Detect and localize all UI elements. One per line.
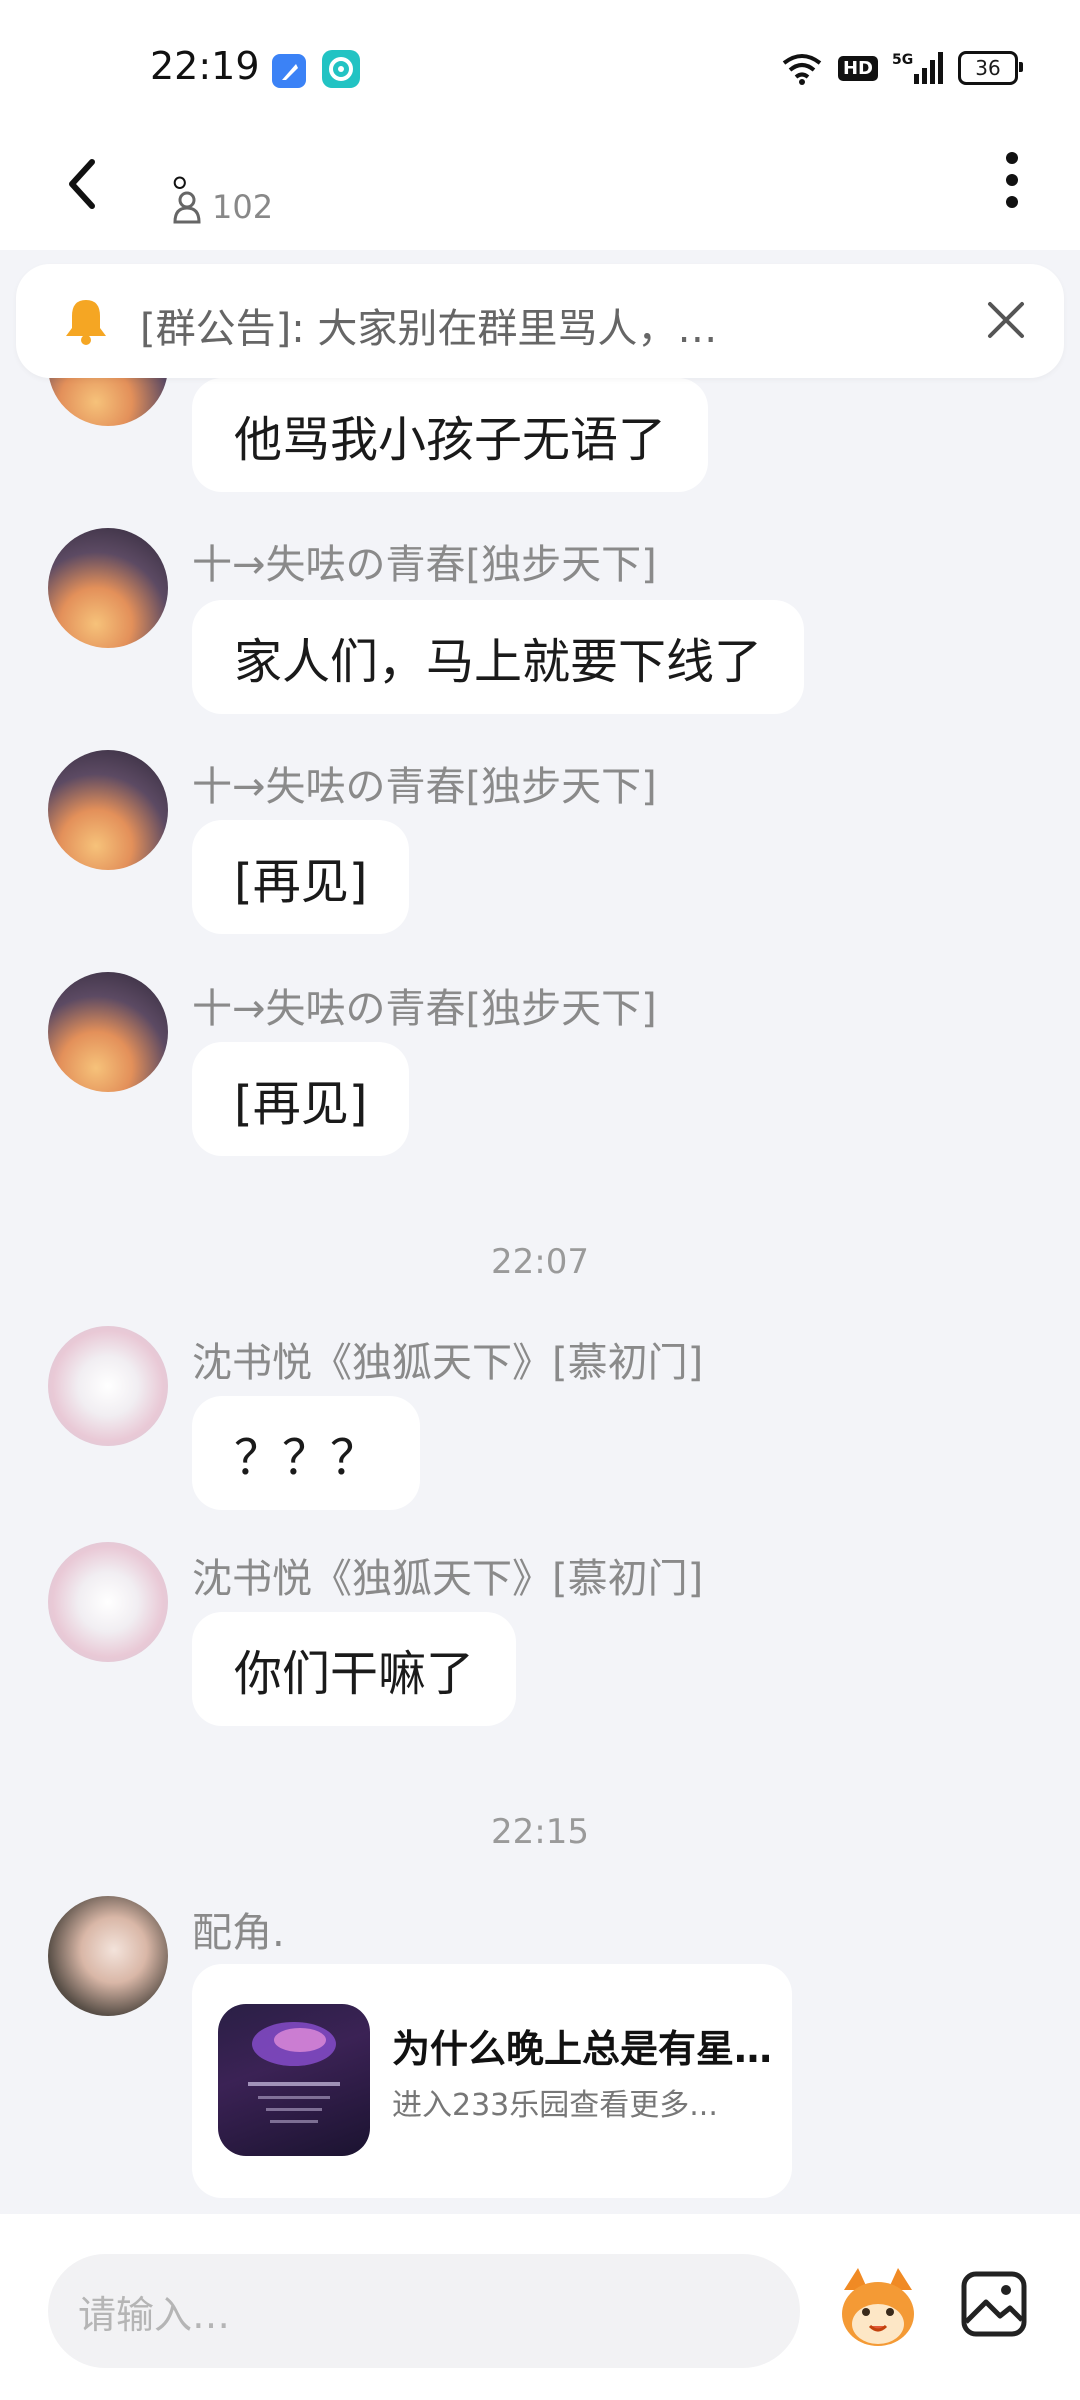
member-count-label: 102 [212, 188, 274, 226]
avatar[interactable] [48, 750, 168, 870]
bell-icon [66, 300, 106, 345]
avatar[interactable] [48, 1542, 168, 1662]
feather-app-icon [272, 54, 306, 88]
card-subtitle: 进入233乐园查看更多... [392, 2088, 718, 2123]
status-time: 22:19 [150, 44, 260, 88]
sender-name: 十→失呿の青春[独步天下] [192, 986, 657, 1032]
fox-emoji-icon [842, 2268, 914, 2346]
emoji-button[interactable] [830, 2260, 926, 2356]
close-announcement-button[interactable] [976, 290, 1036, 350]
message-bubble[interactable]: 家人们，马上就要下线了 [192, 600, 805, 714]
battery-icon: 36 [958, 51, 1023, 85]
message-bubble[interactable]: [再见] [192, 1042, 410, 1156]
card-title: 为什么晚上总是有星… [392, 2027, 773, 2071]
group-announcement[interactable]: [群公告]: 大家别在群里骂人，… [16, 264, 1064, 378]
avatar[interactable] [48, 528, 168, 648]
image-picker-button[interactable] [958, 2268, 1030, 2340]
svg-text:5G: 5G [892, 52, 913, 68]
message-bubble[interactable]: ？？？ [192, 1396, 421, 1510]
avatar[interactable] [48, 1326, 168, 1446]
message-bubble[interactable]: [再见] [192, 820, 410, 934]
hd-badge: HD [837, 55, 878, 81]
message-bubble[interactable]: 你们干嘛了 [192, 1612, 517, 1726]
message-input[interactable]: 请输入… [48, 2254, 800, 2368]
chat-header: 。 102 [0, 130, 1080, 250]
person-icon [173, 191, 201, 224]
chevron-left-icon [69, 159, 95, 209]
status-bar: 22:19 HD 5G 36 [0, 0, 1080, 130]
chat-app-icon [322, 50, 360, 88]
avatar[interactable] [48, 1896, 168, 2016]
sender-name: 沈书悦《独狐天下》[慕初门] [192, 1556, 704, 1602]
input-bar: 请输入… [0, 2214, 1080, 2400]
avatar[interactable] [48, 972, 168, 1092]
timestamp: 22:07 [491, 1242, 589, 1282]
announcement-text: [群公告]: 大家别在群里骂人，… [140, 306, 718, 352]
timestamp: 22:15 [491, 1812, 589, 1852]
more-options-button[interactable] [980, 148, 1044, 212]
close-icon [988, 302, 1024, 338]
card-thumbnail [218, 2004, 370, 2156]
message-bubble[interactable]: 他骂我小孩子无语了 [192, 378, 709, 492]
sender-name: 沈书悦《独狐天下》[慕初门] [192, 1340, 704, 1386]
sender-name: 十→失呿の青春[独步天下] [192, 764, 657, 810]
shared-link-card[interactable]: 为什么晚上总是有星… 进入233乐园查看更多... [192, 1964, 792, 2198]
sender-name: 十→失呿の青春[独步天下] [192, 542, 657, 588]
signal-icon: 5G [892, 50, 944, 86]
back-button[interactable] [50, 152, 114, 216]
more-vertical-icon [1006, 152, 1018, 208]
sender-name: 配角. [192, 1910, 285, 1956]
image-icon [961, 2271, 1027, 2337]
member-count[interactable]: 102 [172, 188, 273, 226]
wifi-icon [780, 51, 824, 85]
